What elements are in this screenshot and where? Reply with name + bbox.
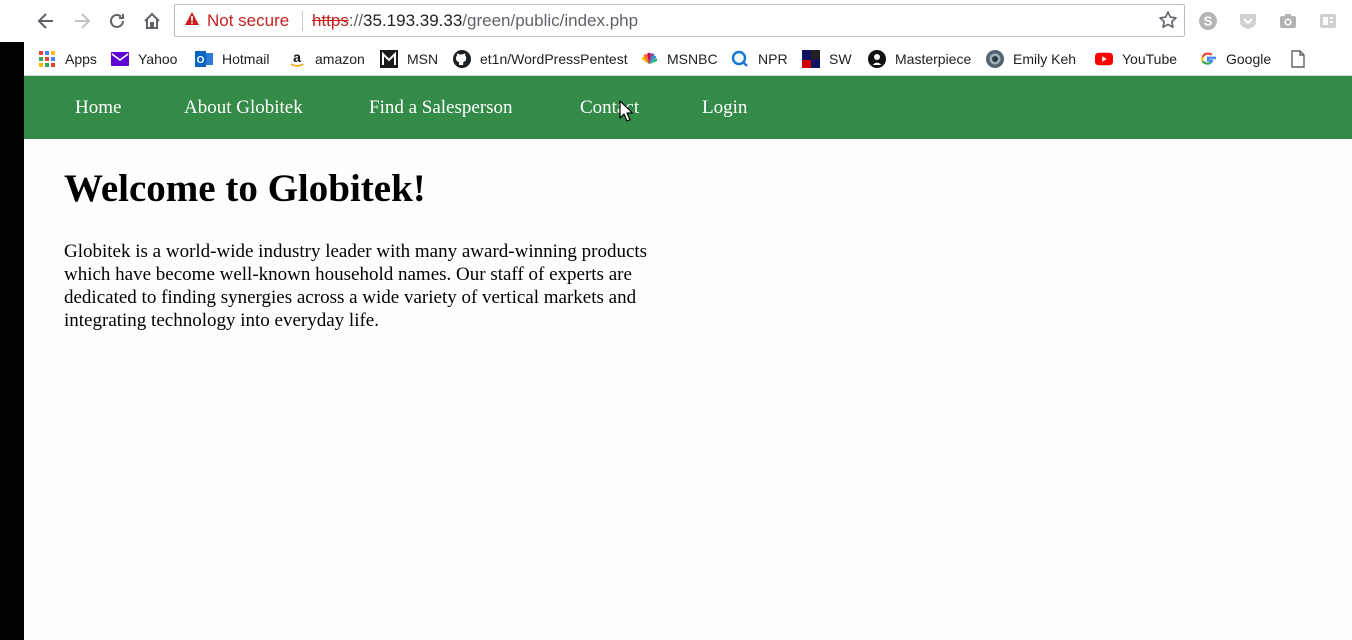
bookmark-label: Masterpiece (895, 51, 972, 67)
bookmark-label: Hotmail (222, 51, 270, 67)
site-navbar: Home About Globitek Find a Salesperson C… (24, 76, 1352, 139)
pbs-icon (868, 50, 886, 68)
bookmark-sw[interactable]: SW (802, 47, 852, 71)
page-title: Welcome to Globitek! (64, 167, 426, 210)
url-separator: :// (348, 11, 364, 30)
sw-icon (802, 50, 820, 68)
nav-find-salesperson-link[interactable]: Find a Salesperson (369, 97, 513, 119)
youtube-icon (1095, 50, 1113, 68)
bookmark-youtube[interactable]: YouTube (1095, 47, 1177, 71)
security-indicator[interactable]: Not secure (184, 10, 289, 32)
svg-text:S: S (1204, 14, 1213, 29)
svg-text:O: O (197, 55, 205, 66)
back-arrow-icon[interactable] (33, 8, 59, 34)
bookmark-masterpiece[interactable]: Masterpiece (868, 47, 971, 71)
bookmark-yahoo[interactable]: Yahoo (111, 47, 177, 71)
bookmark-untitled[interactable] (1289, 47, 1316, 71)
forward-arrow-icon[interactable] (69, 8, 95, 34)
google-icon (1199, 50, 1217, 68)
bookmark-msnbc[interactable]: MSNBC (640, 47, 718, 71)
bookmark-label: Apps (65, 51, 97, 67)
bookmark-amazon[interactable]: a amazon (288, 47, 365, 71)
bookmarks-bar: Apps Yahoo O Hotmail a amazon MSN et1n/W… (24, 42, 1352, 76)
outlook-icon: O (195, 50, 213, 68)
bookmark-star-icon[interactable] (1158, 10, 1178, 35)
warning-triangle-icon (184, 11, 200, 31)
omnibox-divider (302, 11, 303, 31)
bookmark-apps[interactable]: Apps (38, 47, 97, 71)
msn-icon (380, 50, 398, 68)
emily-keh-icon (986, 50, 1004, 68)
bookmark-label: Google (1226, 51, 1272, 67)
nav-login-link[interactable]: Login (702, 97, 747, 119)
url-host: 35.193.39.33 (363, 11, 463, 30)
browser-toolbar: Not secure https://35.193.39.33/green/pu… (0, 0, 1352, 42)
nav-about-link[interactable]: About Globitek (184, 97, 303, 119)
npr-icon (731, 50, 749, 68)
bookmark-label: Yahoo (138, 51, 178, 67)
left-black-border (0, 0, 24, 640)
camera-icon[interactable] (1277, 10, 1299, 32)
skype-icon[interactable]: S (1197, 10, 1219, 32)
bookmark-google[interactable]: Google (1199, 47, 1271, 71)
bookmark-npr[interactable]: NPR (731, 47, 788, 71)
url-path: /green/public/index.php (462, 11, 639, 30)
yahoo-mail-icon (111, 50, 129, 68)
home-icon[interactable] (139, 8, 165, 34)
url-scheme: https (312, 11, 349, 30)
page-icon (1289, 50, 1307, 68)
amazon-icon: a (288, 50, 306, 68)
url-text[interactable]: https://35.193.39.33/green/public/index.… (312, 10, 638, 32)
reader-icon[interactable] (1317, 10, 1339, 32)
bookmark-hotmail[interactable]: O Hotmail (195, 47, 269, 71)
web-page: Home About Globitek Find a Salesperson C… (24, 76, 1352, 640)
mouse-cursor-icon (619, 100, 634, 127)
svg-text:a: a (293, 50, 301, 65)
nav-home-link[interactable]: Home (75, 97, 121, 119)
bookmark-label: YouTube (1122, 51, 1178, 67)
shield-icon[interactable] (1237, 10, 1259, 32)
bookmark-emily-keh[interactable]: Emily Keh (986, 47, 1076, 71)
bookmark-label: NPR (758, 51, 788, 67)
msnbc-peacock-icon (640, 50, 658, 68)
bookmark-label: MSN (407, 51, 439, 67)
reload-icon[interactable] (104, 8, 130, 34)
bookmark-label: Emily Keh (1013, 51, 1077, 67)
intro-paragraph: Globitek is a world-wide industry leader… (64, 241, 648, 331)
github-icon (453, 50, 471, 68)
bookmark-label: SW (829, 51, 852, 67)
bookmark-label: MSNBC (667, 51, 718, 67)
bookmark-msn[interactable]: MSN (380, 47, 438, 71)
bookmark-label: et1n/WordPressPentest (480, 51, 628, 67)
not-secure-label: Not secure (207, 11, 290, 30)
address-bar[interactable]: Not secure https://35.193.39.33/green/pu… (174, 4, 1185, 37)
bookmark-label: amazon (315, 51, 365, 67)
apps-grid-icon (38, 50, 56, 68)
bookmark-wordpresspentest[interactable]: et1n/WordPressPentest (453, 47, 628, 71)
